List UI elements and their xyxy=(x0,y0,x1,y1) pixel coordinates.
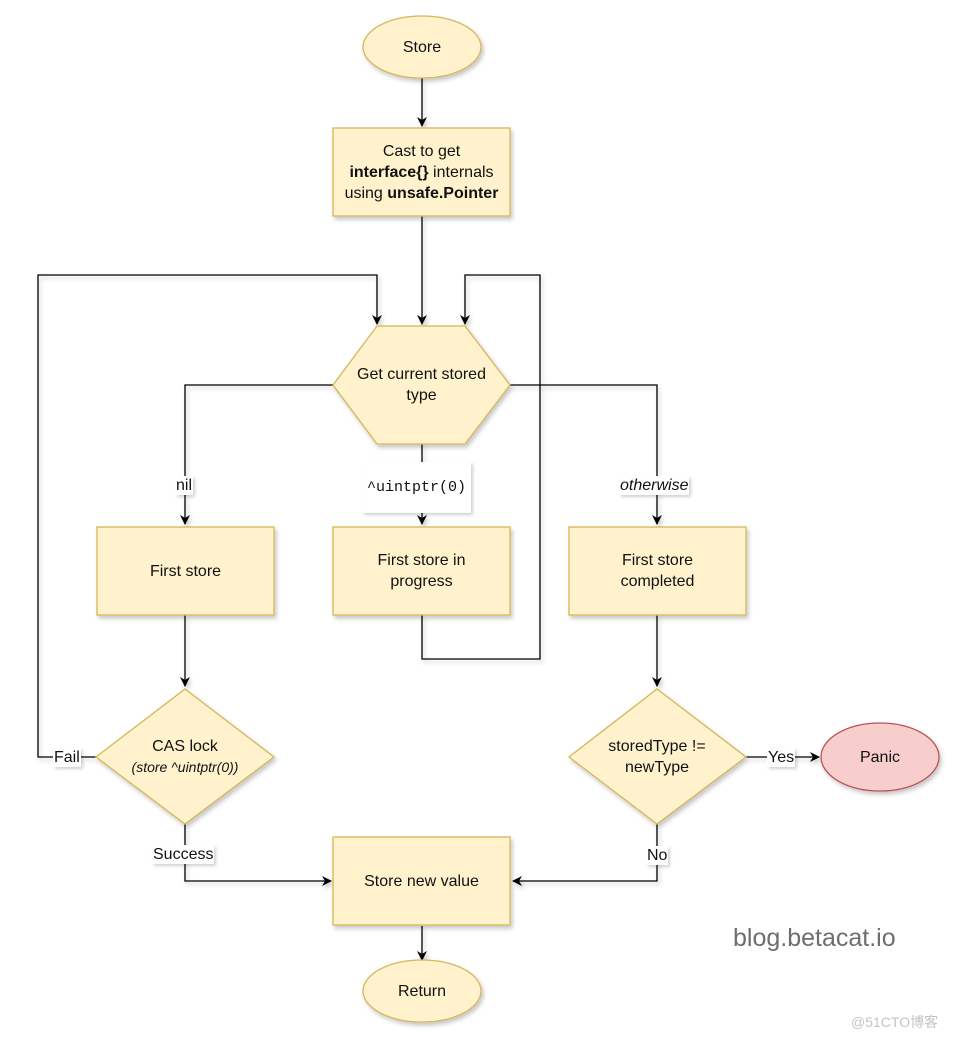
in-progress-text: First store in progress xyxy=(377,552,466,590)
store-value-label: Store new value xyxy=(333,837,510,925)
first-store-text: First store xyxy=(149,562,222,580)
cast-line2-rest: internals xyxy=(428,163,494,181)
flowchart-canvas: Store Cast to get interface{} internals … xyxy=(0,0,960,1040)
edge-label-uintptr: ^uintptr(0) xyxy=(362,462,472,513)
edge-label-no: No xyxy=(646,846,669,865)
edge-label-fail: Fail xyxy=(53,748,81,767)
return-label: Return xyxy=(363,974,481,1008)
edge-label-yes: Yes xyxy=(767,748,796,767)
edge-gettype-completed xyxy=(510,384,662,525)
edge-gettype-firststore xyxy=(180,384,333,525)
cas-line2: (store ^uintptr(0)) xyxy=(131,759,239,775)
cast-line2-bold: interface{} xyxy=(349,163,429,181)
edge-cas-fail-loop xyxy=(37,274,382,758)
cast-line3: using unsafe.Pointer xyxy=(345,183,499,204)
cast-line2: interface{} internals xyxy=(349,162,493,183)
start-label: Store xyxy=(363,30,481,64)
start-text: Store xyxy=(402,38,442,56)
cast-label: Cast to get interface{} internals using … xyxy=(333,128,510,216)
cast-line3-bold: unsafe.Pointer xyxy=(387,184,499,202)
get-type-label: Get current stored type xyxy=(345,360,498,410)
site-watermark: @51CTO博客 xyxy=(851,1014,939,1030)
panic-text: Panic xyxy=(859,748,901,766)
in-progress-label: First store in progress xyxy=(353,527,490,615)
edge-typecheck-no xyxy=(512,824,658,886)
edge-label-otherwise: otherwise xyxy=(619,476,690,495)
cas-label: CAS lock (store ^uintptr(0)) xyxy=(110,733,260,781)
type-check-text: storedType != newType xyxy=(608,738,706,776)
get-type-text: Get current stored type xyxy=(357,366,486,404)
first-store-label: First store xyxy=(97,527,274,615)
type-check-label: storedType != newType xyxy=(597,733,717,781)
store-value-text: Store new value xyxy=(364,872,479,890)
panic-label: Panic xyxy=(821,740,939,774)
cast-line1: Cast to get xyxy=(382,142,461,160)
edge-label-success: Success xyxy=(152,845,215,864)
cas-line1: CAS lock xyxy=(152,738,218,755)
completed-label: First store completed xyxy=(599,527,716,615)
blog-watermark: blog.betacat.io xyxy=(733,924,896,952)
edge-label-nil: nil xyxy=(175,476,194,495)
cast-line3-pre: using xyxy=(344,184,388,202)
return-text: Return xyxy=(397,982,447,1000)
completed-text: First store completed xyxy=(620,552,695,590)
